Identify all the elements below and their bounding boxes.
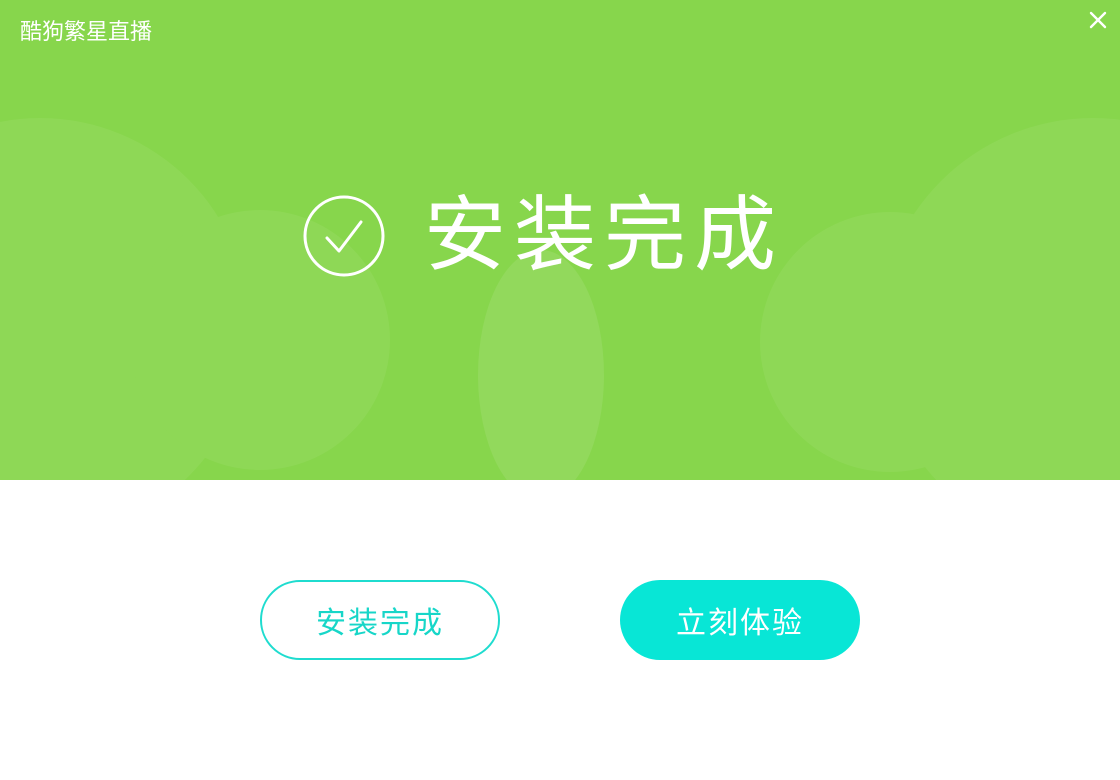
install-status: 安装完成 [302,188,784,284]
check-circle-icon [303,195,385,277]
install-complete-heading: 安装完成 [424,188,785,283]
try-now-button[interactable]: 立刻体验 [620,580,860,660]
header-banner: 酷狗繁星直播 安装完成 [0,0,1120,480]
cloud-center [478,250,604,480]
close-button[interactable] [1084,6,1112,34]
finish-button[interactable]: 安装完成 [260,580,500,660]
installer-window: 酷狗繁星直播 安装完成 安装完成 立刻体验 [0,0,1120,780]
cloud-right [878,118,1120,480]
close-icon [1089,11,1107,29]
app-title: 酷狗繁星直播 [20,20,153,45]
